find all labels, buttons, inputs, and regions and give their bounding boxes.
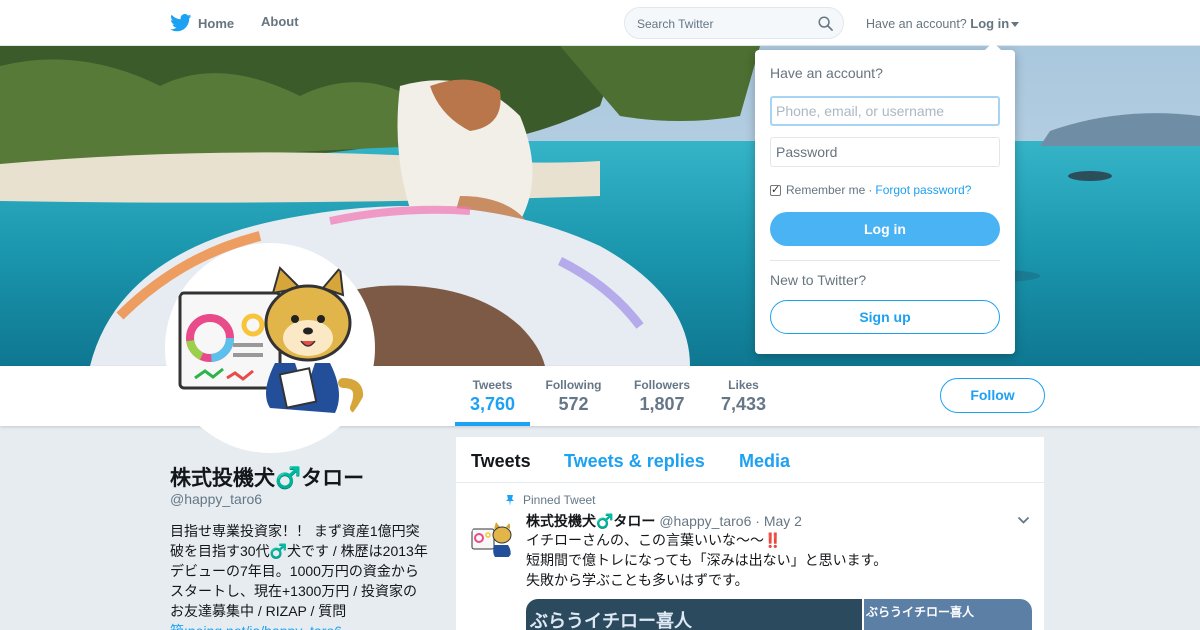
active-stat-underline (455, 422, 530, 426)
stat-likes-label: Likes (728, 378, 759, 392)
timeline: Tweets Tweets & replies Media Pinned Twe… (456, 437, 1044, 630)
bio-line: スタートし、現在+1300万円 / 投資家の (170, 583, 417, 599)
login-dropdown: Have an account? Phone, email, or userna… (755, 42, 1015, 354)
tab-tweets-replies[interactable]: Tweets & replies (564, 451, 705, 472)
tweet-media-image[interactable]: ぶらうイチロー喜人 (526, 599, 862, 630)
profile-name: 株式投機犬♂️タロー (170, 467, 365, 490)
search-placeholder: Search Twitter (637, 17, 714, 31)
tab-tweets[interactable]: Tweets (471, 451, 531, 472)
follow-button[interactable]: Follow (940, 378, 1045, 413)
top-nav: Home About Search Twitter Have an accoun… (0, 0, 1200, 46)
tweet-avatar-image (471, 522, 512, 557)
account-menu[interactable]: Have an account? Log in (866, 16, 1020, 31)
nav-about-label: About (261, 14, 299, 29)
tweet-media-image[interactable]: ぶらうイチロー喜人 (864, 599, 1032, 630)
tweet-line: 失敗から学ぶことも多いはずです。 (526, 572, 749, 588)
password-placeholder: Password (776, 144, 838, 160)
chevron-down-icon[interactable] (1017, 515, 1030, 525)
profile-avatar[interactable] (165, 243, 375, 453)
avatar-illustration (178, 265, 363, 413)
media-caption: ぶらうイチロー喜人 (530, 611, 692, 630)
search-input[interactable]: Search Twitter (624, 7, 844, 39)
nav-home-label: Home (198, 15, 235, 31)
search-icon[interactable] (818, 16, 833, 31)
tweet-line: 短期間で億トレになっても「深みは出ない」と思います。 (526, 552, 888, 568)
login-button[interactable]: Log in (770, 212, 1000, 246)
tweet-header: 株式投機犬♂️タロー @happy_taro6 · May 2 (526, 511, 802, 531)
username-placeholder: Phone, email, or username (776, 103, 945, 119)
media-caption: ぶらうイチロー喜人 (866, 605, 975, 619)
login-menu-label[interactable]: Log in (970, 16, 1009, 31)
stat-following-label: Following (545, 378, 602, 392)
stat-likes-value: 7,433 (721, 394, 767, 414)
tweet-text: イチローさんの、この言葉いいな～～‼️ 短期間で億トレになっても「深みは出ない」… (526, 530, 1006, 590)
profile-bio: 目指せ専業投資家！！ まず資産1億円突 破を目指す30代♂️犬です / 株歴は2… (170, 521, 435, 630)
remember-label[interactable]: Remember me (786, 183, 865, 197)
stat-likes[interactable]: Likes 7,433 (721, 378, 766, 415)
password-field[interactable]: Password (770, 137, 1000, 167)
stat-following[interactable]: Following 572 (545, 378, 602, 415)
pin-icon (506, 495, 514, 506)
tweet-media[interactable]: ぶらうイチロー喜人 ぶらうイチロー喜人 (526, 599, 1032, 630)
nav-about[interactable]: About (261, 14, 299, 29)
tweet-avatar[interactable] (470, 517, 516, 563)
tweet-date[interactable]: · May 2 (755, 513, 802, 529)
dropdown-divider (770, 260, 1000, 261)
stat-followers[interactable]: Followers 1,807 (633, 378, 691, 415)
tab-media[interactable]: Media (739, 451, 790, 472)
stat-tweets-value: 3,760 (470, 394, 516, 414)
new-to-twitter-text: New to Twitter? (770, 272, 867, 288)
bio-line: 目指せ専業投資家！！ まず資産1億円突 (170, 523, 420, 539)
stat-following-value: 572 (558, 394, 589, 414)
bio-line: デビューの7年目。1000万円の資金から (170, 563, 419, 579)
stat-tweets[interactable]: Tweets 3,760 (470, 378, 515, 415)
tweet-author[interactable]: 株式投機犬♂️タロー (526, 513, 655, 529)
bio-link[interactable]: 箱:peing.net/ja/happy_taro6 (170, 621, 435, 630)
pinned-tweet-label: Pinned Tweet (523, 493, 596, 507)
bio-line: お友達募集中 / RIZAP / 質問 (170, 603, 347, 619)
stat-followers-label: Followers (633, 378, 690, 392)
twitter-bird-icon (170, 14, 192, 32)
nav-home[interactable]: Home (170, 14, 234, 32)
separator-dot: · (868, 183, 873, 197)
signup-button[interactable]: Sign up (770, 300, 1000, 334)
timeline-tabs: Tweets Tweets & replies Media (456, 437, 1044, 483)
caret-down-icon (1011, 22, 1020, 28)
tweet-handle[interactable]: @happy_taro6 (659, 513, 751, 529)
remember-checkbox[interactable] (770, 183, 781, 196)
bio-line: 破を目指す30代♂️犬です / 株歴は2013年 (170, 543, 428, 559)
pinned-tweet-indicator: Pinned Tweet (504, 493, 596, 507)
profile-handle: @happy_taro6 (170, 491, 263, 507)
have-account-text: Have an account? (866, 17, 967, 31)
stat-tweets-label: Tweets (472, 378, 513, 392)
stat-followers-value: 1,807 (639, 394, 685, 414)
dropdown-title: Have an account? (770, 65, 883, 81)
username-field[interactable]: Phone, email, or username (770, 96, 1000, 126)
remember-row: Remember me · Forgot password? (770, 183, 971, 197)
tweet-line: イチローさんの、この言葉いいな～～‼️ (526, 532, 782, 548)
forgot-password-link[interactable]: Forgot password? (875, 183, 971, 197)
